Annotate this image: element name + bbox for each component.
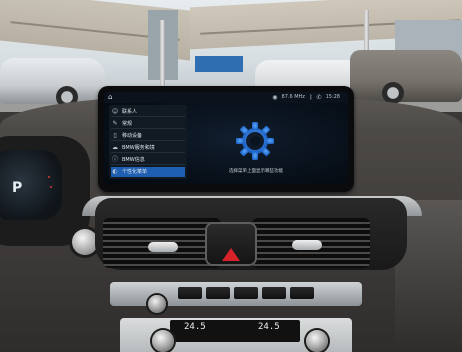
blue-sign	[195, 56, 243, 72]
radio-icon: ◉	[272, 94, 278, 101]
menu-item-bmw-services[interactable]: ☁ BMW服务和境	[111, 143, 185, 153]
pole	[160, 20, 165, 92]
menu-item-label: BMW服务和境	[122, 144, 155, 151]
menu-item-label: 常规	[122, 120, 133, 127]
climate-knob-left[interactable]	[152, 330, 174, 352]
menu-caption: 选择菜单上面显示哪些功能	[229, 169, 283, 174]
home-icon[interactable]: ⌂	[108, 92, 112, 103]
hazard-icon	[222, 248, 240, 261]
wrench-icon: ✎	[112, 119, 118, 127]
phone-icon: ▯	[113, 131, 117, 139]
bluetooth-icon: ᛒ	[308, 94, 313, 101]
settings-menu: ☺ 联系人 ✎ 常规 ▯ 移动设备 ☁ BMW服务和境 ⓘ BMW信息 ◐ 个性…	[109, 105, 187, 179]
menu-item-label: 移动设备	[122, 132, 143, 139]
gear-indicator-p: P	[12, 180, 23, 196]
vent-adjuster-left[interactable]	[148, 242, 178, 252]
climate-knob-right[interactable]	[306, 330, 328, 352]
menu-item-label: 个性化菜单	[122, 169, 148, 175]
cloud-icon: ☁	[112, 143, 118, 151]
menu-item-general[interactable]: ✎ 常规	[111, 119, 185, 129]
status-bar: ⌂ ◉ 87.6 MHz ᛒ ✆ 15:28	[104, 92, 348, 103]
preset-button[interactable]	[178, 287, 202, 299]
parked-car-white	[0, 58, 105, 104]
infotainment-screen: ⌂ ◉ 87.6 MHz ᛒ ✆ 15:28 ☺ 联系人 ✎ 常规 ▯ 移动设备	[104, 92, 348, 184]
car-interior-photo: P ⌂ ◉ 87.6 MHz ᛒ ✆ 15:28 ☺ 联系人 ✎ 常规 ▯ 移动…	[0, 0, 462, 352]
cluster-indicator	[50, 186, 52, 188]
user-icon: ☺	[111, 107, 119, 115]
preset-button[interactable]	[206, 287, 230, 299]
menu-item-bmw-info[interactable]: ⓘ BMW信息	[111, 155, 185, 165]
menu-item-mobile-devices[interactable]: ▯ 移动设备	[111, 131, 185, 141]
person-icon: ◐	[112, 168, 118, 175]
phone-status-icon: ✆	[316, 94, 322, 101]
volume-knob[interactable]	[148, 295, 166, 313]
menu-item-label: 联系人	[122, 108, 138, 115]
parked-suv	[350, 50, 462, 102]
info-icon: ⓘ	[111, 155, 118, 163]
clock: 15:28	[325, 94, 340, 100]
gear-icon	[232, 118, 278, 164]
radio-frequency: 87.6 MHz	[281, 94, 305, 100]
climate-temp-right: 24.5	[258, 322, 280, 332]
preset-button[interactable]	[234, 287, 258, 299]
menu-item-label: BMW信息	[122, 156, 145, 163]
status-right: ◉ 87.6 MHz ᛒ ✆ 15:28	[272, 92, 340, 103]
preset-button[interactable]	[290, 287, 314, 299]
vent-adjuster-right[interactable]	[292, 240, 322, 250]
instrument-cluster-screen	[0, 150, 62, 220]
cluster-indicator	[48, 176, 50, 178]
menu-item-personal-menu[interactable]: ◐ 个性化菜单	[111, 167, 185, 177]
preset-button[interactable]	[262, 287, 286, 299]
menu-item-contacts[interactable]: ☺ 联系人	[111, 107, 185, 117]
climate-temp-left: 24.5	[184, 322, 206, 332]
